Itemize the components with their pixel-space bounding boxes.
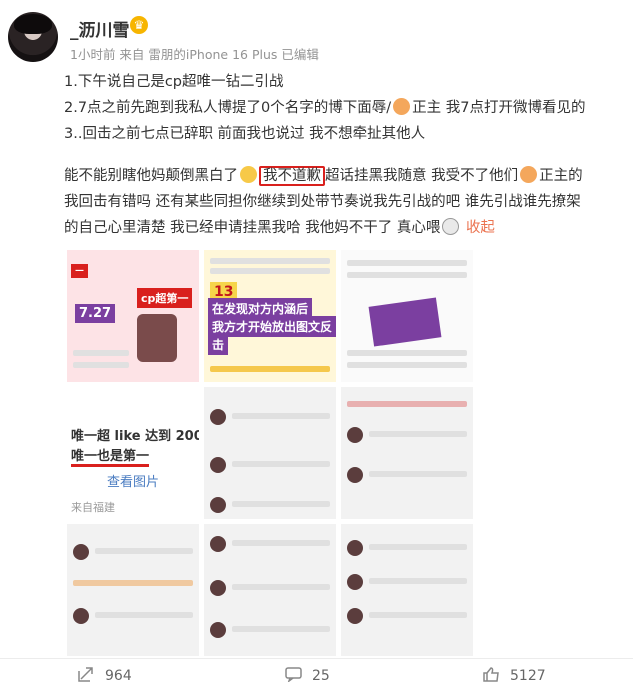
content-line: 1.下午说自己是cp超唯一钻二引战: [64, 74, 284, 90]
post-image[interactable]: [341, 250, 473, 382]
repost-icon: [78, 667, 93, 682]
view-image-link: 查看图片: [107, 475, 160, 490]
post-image[interactable]: [204, 387, 336, 519]
post-header: _沥川雪 ♛ 1小时前 来自 雷朋的iPhone 16 Plus 已编辑: [8, 10, 608, 70]
person-emoji-icon: [393, 98, 411, 115]
highlighted-text: 我不道歉: [259, 166, 325, 186]
thumbs-up-icon: [483, 667, 499, 682]
post-content: 1.下午说自己是cp超唯一钻二引战 2.7点之前先跑到我私人博提了0个名字的博下…: [64, 69, 614, 241]
post-image[interactable]: 13 在发现对方内涵后 我方才开始放出图文反 击: [204, 250, 336, 382]
content-line: 3..回击之前七点已辞职 前面我也说过 我不想牵扯其他人: [64, 126, 426, 142]
post-meta: 1小时前 来自 雷朋的iPhone 16 Plus 已编辑: [70, 47, 319, 62]
repost-button[interactable]: 964: [78, 667, 132, 684]
comment-icon: [285, 667, 302, 682]
post-image[interactable]: [67, 524, 199, 656]
like-button[interactable]: 5127: [483, 667, 546, 684]
username[interactable]: _沥川雪: [70, 16, 130, 41]
post-image[interactable]: 唯一超 like 达到 20000 唯一也是第一 查看图片 来自福建: [67, 387, 199, 519]
avatar[interactable]: [8, 12, 58, 62]
content-line: 我回击有错吗 还有某些同担你继续到处带节奏说我先引战的吧 谁先引战谁先撩架: [64, 194, 581, 210]
post-image[interactable]: [204, 524, 336, 656]
post-image[interactable]: [341, 387, 473, 519]
face-emoji-icon: [240, 166, 257, 183]
content-line: 2.7点之前先跑到我私人博提了0个名字的博下面辱/正主 我7点打开微博看见的: [64, 98, 586, 116]
collapse-link[interactable]: 收起: [466, 220, 495, 236]
image-grid: — 7.27 cp超第一 13 在发现对方内涵后 我方才开始放出图文反 击 唯一…: [67, 250, 477, 656]
person-emoji-icon: [520, 166, 538, 183]
comment-button[interactable]: 25: [285, 667, 330, 684]
ghost-emoji-icon: [442, 218, 460, 235]
crown-badge-icon: ♛: [130, 16, 148, 34]
post-toolbar: 964 25 5127: [0, 658, 633, 698]
post-image[interactable]: — 7.27 cp超第一: [67, 250, 199, 382]
post-image[interactable]: [341, 524, 473, 656]
content-line: 能不能别瞎他妈颠倒黑白了 我不道歉 超话挂黑我随意 我受不了他们 正主的: [64, 166, 583, 186]
content-line: 的自己心里清楚 我已经申请挂黑我哈 我他妈不干了 真心喂 收起: [64, 218, 495, 236]
